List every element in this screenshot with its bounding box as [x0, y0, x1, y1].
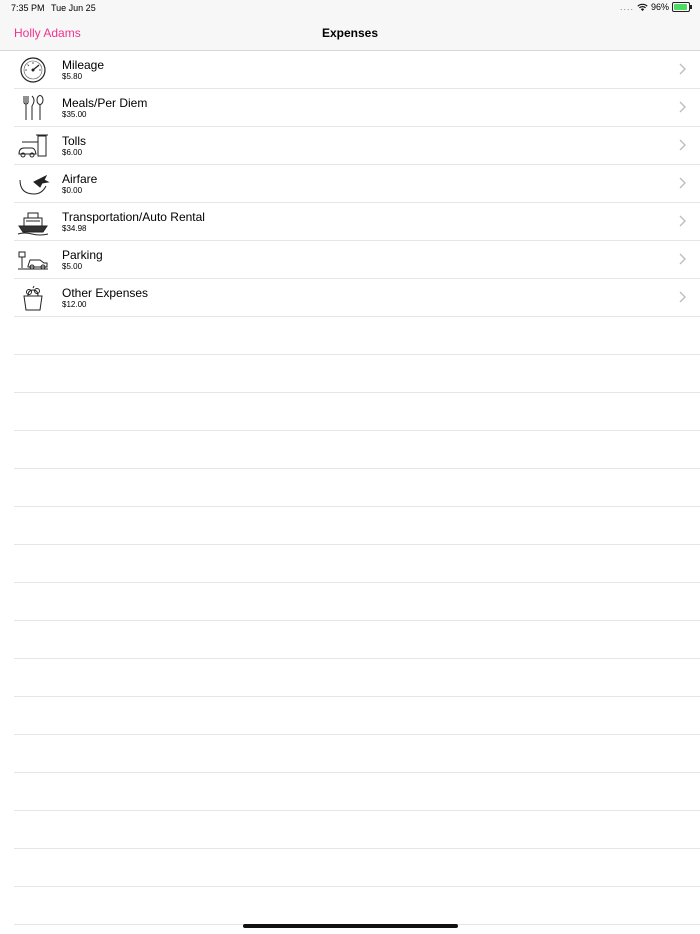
empty-table-row	[14, 469, 700, 507]
expense-label: Meals/Per Diem	[62, 96, 148, 110]
navigation-bar: Holly Adams Expenses	[0, 18, 700, 51]
expense-list: Mileage $5.80 Meals/Per Diem $35.00 Toll…	[0, 51, 700, 925]
page-title: Expenses	[321, 26, 379, 40]
expense-row-tolls[interactable]: Tolls $6.00	[14, 127, 700, 165]
expense-row-airfare[interactable]: Airfare $0.00	[14, 165, 700, 203]
expense-label: Airfare	[62, 172, 98, 186]
expense-label: Tolls	[62, 134, 87, 148]
expense-label: Parking	[62, 248, 103, 262]
battery-fill	[674, 4, 688, 10]
chevron-right-icon	[679, 291, 686, 303]
home-indicator	[243, 924, 458, 928]
empty-table-row	[14, 317, 700, 355]
expense-amount: $5.80	[62, 72, 83, 81]
empty-table-row	[14, 355, 700, 393]
status-right: .... 96%	[619, 2, 692, 12]
empty-table-row	[14, 773, 700, 811]
chevron-right-icon	[679, 63, 686, 75]
empty-table-row	[14, 735, 700, 773]
battery-percent: 96%	[650, 2, 669, 12]
chevron-right-icon	[679, 139, 686, 151]
empty-table-row	[14, 849, 700, 887]
expense-amount: $5.00	[62, 262, 83, 271]
expense-row-parking[interactable]: Parking $5.00	[14, 241, 700, 279]
airplane-icon	[19, 174, 50, 195]
status-bar: 7:35 PM Tue Jun 25 .... 96%	[0, 0, 700, 18]
empty-table-row	[14, 811, 700, 849]
chevron-right-icon	[679, 177, 686, 189]
status-time: 7:35 PM	[11, 3, 45, 13]
empty-table-row	[14, 697, 700, 735]
expense-amount: $12.00	[62, 300, 87, 309]
expense-row-other[interactable]: Other Expenses $12.00	[14, 279, 700, 317]
empty-table-row	[14, 545, 700, 583]
expense-amount: $0.00	[62, 186, 83, 195]
expense-row-mileage[interactable]: Mileage $5.80	[14, 51, 700, 89]
empty-table-row	[14, 621, 700, 659]
chevron-right-icon	[679, 215, 686, 227]
expense-row-transportation[interactable]: Transportation/Auto Rental $34.98	[14, 203, 700, 241]
empty-table-row	[14, 431, 700, 469]
chevron-right-icon	[679, 253, 686, 265]
signal-icon: ....	[619, 2, 634, 12]
wifi-icon	[637, 3, 648, 11]
expense-amount: $6.00	[62, 148, 83, 157]
speedometer-icon	[20, 57, 46, 83]
battery-icon	[672, 2, 692, 12]
expense-label: Other Expenses	[62, 286, 149, 300]
status-date: Tue Jun 25	[51, 3, 96, 13]
empty-table-row	[14, 507, 700, 545]
empty-table-row	[14, 887, 700, 925]
chevron-right-icon	[679, 101, 686, 113]
expense-row-meals[interactable]: Meals/Per Diem $35.00	[14, 89, 700, 127]
empty-rows	[0, 317, 700, 925]
parking-car-icon	[18, 251, 48, 270]
expense-label: Transportation/Auto Rental	[62, 210, 205, 224]
expense-amount: $35.00	[62, 110, 87, 119]
empty-table-row	[14, 659, 700, 697]
ferry-icon	[17, 212, 49, 236]
empty-table-row	[14, 393, 700, 431]
shopping-bag-icon	[23, 285, 43, 311]
empty-table-row	[14, 583, 700, 621]
toll-booth-icon	[18, 134, 48, 158]
expense-label: Mileage	[62, 58, 105, 72]
expense-amount: $34.98	[62, 224, 87, 233]
utensils-icon	[23, 95, 44, 120]
